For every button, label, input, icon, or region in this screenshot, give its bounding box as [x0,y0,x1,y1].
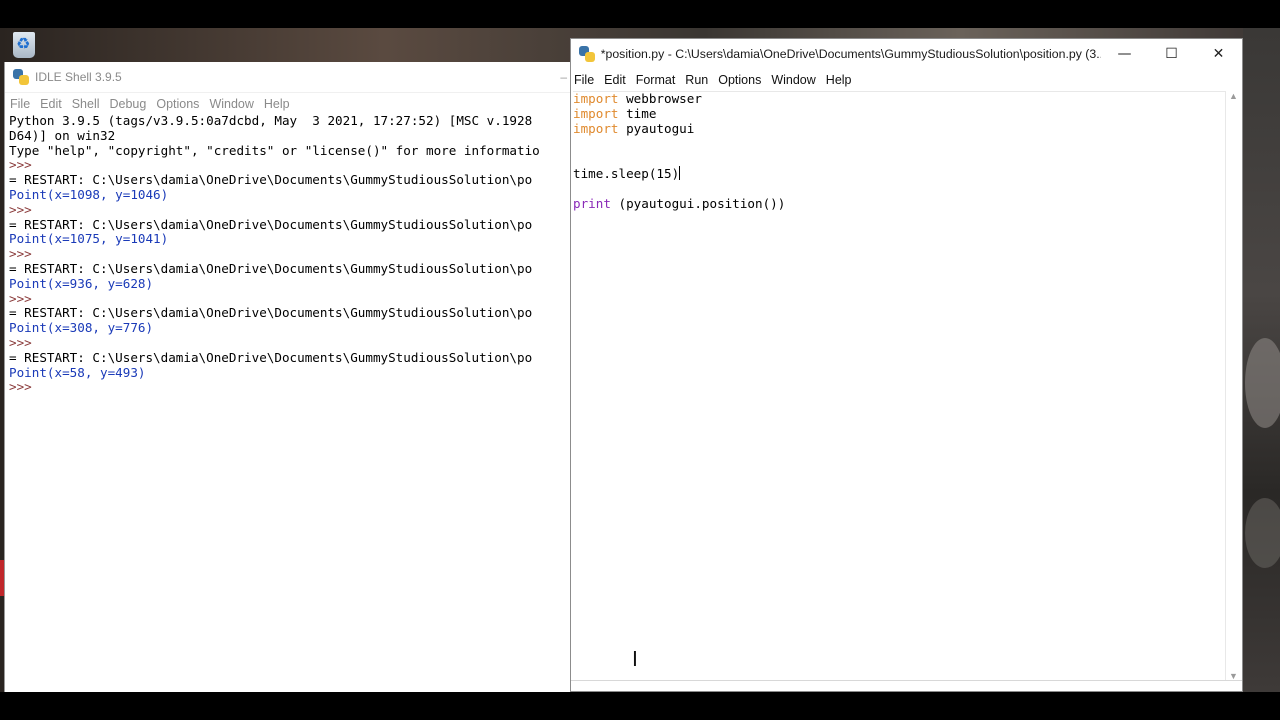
shell-menu-shell[interactable]: Shell [67,97,105,111]
code-line: import time [573,105,1227,122]
import-module: time [618,105,657,121]
editor-menu-format[interactable]: Format [631,73,681,87]
keyword-import: import [573,120,619,136]
shell-menu-help[interactable]: Help [259,97,295,111]
editor-menu-run[interactable]: Run [680,73,713,87]
editor-titlebar[interactable]: *position.py - C:\Users\damia\OneDrive\D… [571,39,1242,69]
console-output-line: Point(x=58, y=493) [9,364,146,380]
minimize-icon[interactable]: — [1101,39,1148,69]
code-editor[interactable]: import webbrowser import time import pyaut… [573,91,1227,682]
console-prompt: >>> [9,334,32,350]
console-prompt: >>> [9,201,32,217]
shell-menu-edit[interactable]: Edit [35,97,67,111]
shell-title: IDLE Shell 3.9.5 [35,70,122,84]
python-icon [579,46,595,62]
sleep-call: time.sleep(15) [573,165,680,181]
text-caret [679,165,681,180]
console-output-line: Point(x=1098, y=1046) [9,186,169,202]
console-line: D64)] on win32 [9,127,116,143]
shell-menu-file[interactable]: File [5,97,35,111]
console-line: = RESTART: C:\Users\damia\OneDrive\Docum… [9,216,533,232]
console-output-line: Point(x=936, y=628) [9,275,154,291]
shell-menu-window[interactable]: Window [204,97,258,111]
editor-menu-window[interactable]: Window [766,73,820,87]
console-prompt: >>> [9,246,32,262]
code-line: print (pyautogui.position()) [573,195,1227,212]
editor-window[interactable]: *position.py - C:\Users\damia\OneDrive\D… [570,38,1243,692]
shell-minimize-button[interactable]: – [560,70,567,84]
console-prompt: >>> [9,290,32,306]
code-line: import webbrowser [573,92,1227,107]
console-prompt: >>> [9,157,32,173]
console-output-line: Point(x=308, y=776) [9,320,154,336]
shell-menu-options[interactable]: Options [151,97,204,111]
idle-shell-window[interactable]: IDLE Shell 3.9.5 – File Edit Shell Debug… [4,62,571,692]
code-line: import pyautogui [573,120,1227,137]
import-module: pyautogui [618,120,695,136]
editor-title: *position.py - C:\Users\damia\OneDrive\D… [600,47,1101,61]
console-line: = RESTART: C:\Users\damia\OneDrive\Docum… [9,305,533,321]
shell-console[interactable]: Python 3.9.5 (tags/v3.9.5:0a7dcbd, May 3… [5,114,571,692]
python-icon [13,69,29,85]
editor-menu-file[interactable]: File [571,73,599,87]
builtin-print: print [573,195,611,211]
scroll-up-icon[interactable]: ▲ [1229,91,1238,101]
console-line: Type "help", "copyright", "credits" or "… [9,142,540,158]
ibeam-cursor-icon: I [632,647,638,671]
editor-menu-help[interactable]: Help [821,73,857,87]
shell-titlebar[interactable]: IDLE Shell 3.9.5 – [5,62,571,93]
editor-menu-options[interactable]: Options [713,73,766,87]
close-icon[interactable]: ✕ [1195,39,1242,69]
console-line: = RESTART: C:\Users\damia\OneDrive\Docum… [9,349,533,365]
desktop-background-right [1243,28,1280,692]
console-line: = RESTART: C:\Users\damia\OneDrive\Docum… [9,172,533,188]
code-line: time.sleep(15) [573,165,1227,182]
keyword-import: import [573,91,619,106]
console-output-line: Point(x=1075, y=1041) [9,231,169,247]
recycle-bin-icon[interactable] [5,30,43,60]
editor-scrollbar[interactable]: ▲ ▼ [1225,91,1242,681]
import-module: webbrowser [618,91,702,106]
console-line: = RESTART: C:\Users\damia\OneDrive\Docum… [9,260,533,276]
console-line: Python 3.9.5 (tags/v3.9.5:0a7dcbd, May 3… [9,114,533,128]
editor-menu-edit[interactable]: Edit [599,73,631,87]
maximize-icon[interactable]: ☐ [1148,39,1195,69]
keyword-import: import [573,105,619,121]
print-args: (pyautogui.position()) [610,195,786,211]
window-controls: — ☐ ✕ [1101,39,1242,69]
shell-menubar: File Edit Shell Debug Options Window Hel… [5,93,571,115]
shell-menu-debug[interactable]: Debug [105,97,152,111]
editor-menubar: File Edit Format Run Options Window Help [571,69,1242,91]
console-prompt: >>> [9,379,32,395]
editor-statusbar [571,680,1242,691]
